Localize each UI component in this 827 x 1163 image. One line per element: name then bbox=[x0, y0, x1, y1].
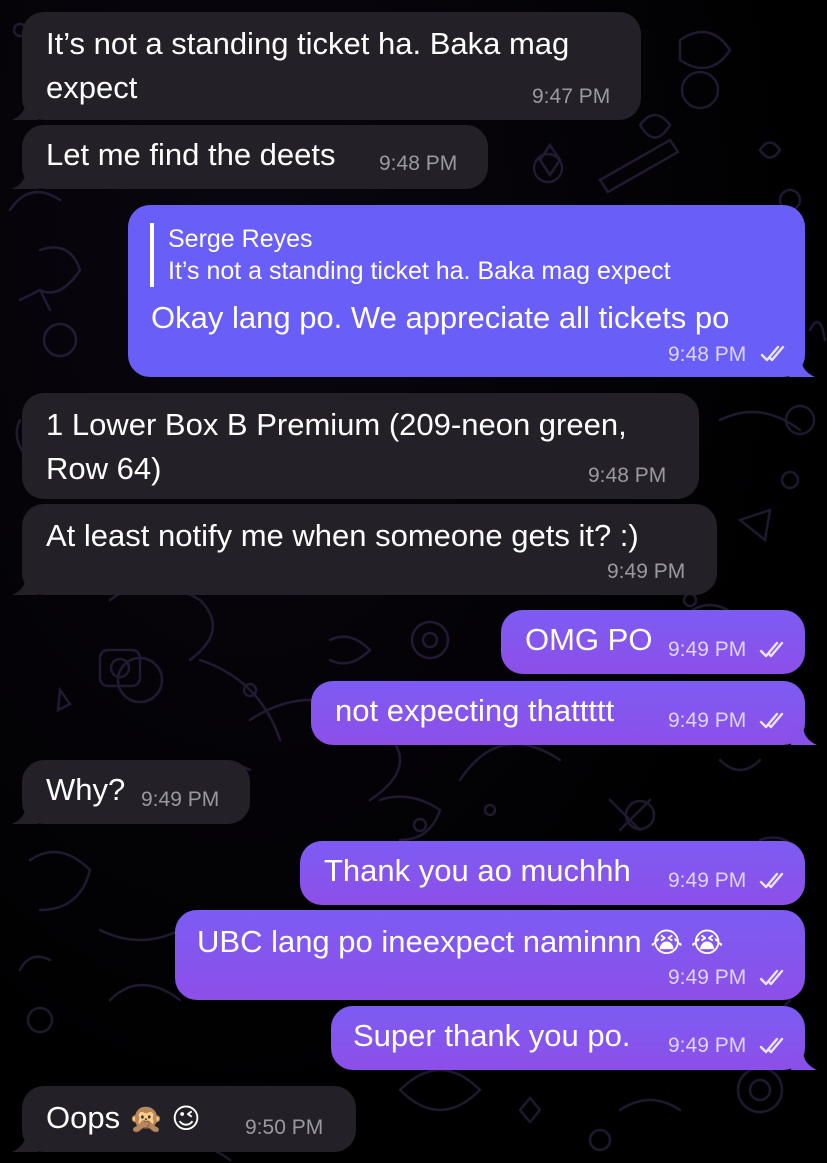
message-text: Super thank you po. bbox=[353, 1018, 631, 1053]
message-text: expect bbox=[46, 70, 138, 105]
reply-author: Serge Reyes bbox=[168, 225, 313, 253]
bubble-tail bbox=[791, 1050, 817, 1070]
read-checkmarks-icon bbox=[759, 641, 784, 658]
message-time: 9:48 PM bbox=[379, 152, 458, 175]
message-bubble-outgoing[interactable]: Super thank you po. 9:49 PM bbox=[331, 1006, 817, 1070]
message-text: OMG PO bbox=[525, 622, 653, 657]
bubble-tail bbox=[12, 575, 38, 595]
message-text: Let me find the deets bbox=[46, 137, 336, 172]
reply-quote[interactable]: Serge Reyes It’s not a standing ticket h… bbox=[150, 223, 671, 287]
message-bubble-incoming[interactable]: 1 Lower Box B Premium (209-neon green, R… bbox=[22, 393, 699, 499]
crying-face-emoji-icon: 😭 😭 bbox=[650, 927, 724, 958]
message-time: 9:48 PM bbox=[588, 464, 667, 487]
read-checkmarks-icon bbox=[759, 712, 784, 729]
message-text: not expecting thattttt bbox=[335, 693, 615, 728]
read-checkmarks-icon bbox=[759, 872, 784, 889]
message-time: 9:47 PM bbox=[532, 85, 611, 108]
message-time: 9:50 PM bbox=[245, 1116, 324, 1139]
message-bubble-outgoing[interactable]: UBC lang po ineexpect naminnn 😭 😭 9:49 P… bbox=[175, 910, 805, 1000]
message-bubble-incoming[interactable]: Why? 9:49 PM bbox=[12, 760, 250, 824]
message-bubble-incoming[interactable]: It’s not a standing ticket ha. Baka mag … bbox=[12, 12, 641, 120]
message-time: 9:49 PM bbox=[141, 788, 220, 811]
message-text: Row 64) bbox=[46, 451, 162, 486]
message-time: 9:49 PM bbox=[607, 560, 686, 583]
message-text: It’s not a standing ticket ha. Baka mag bbox=[46, 26, 570, 61]
message-bubble-incoming[interactable]: Let me find the deets 9:48 PM bbox=[12, 125, 488, 189]
bubble-tail bbox=[12, 100, 38, 120]
message-bubble-incoming[interactable]: Oops 🙊 😉 9:50 PM bbox=[12, 1086, 356, 1152]
message-text: Oops 🙊 😉 bbox=[46, 1096, 201, 1141]
message-bubble-outgoing[interactable]: Thank you ao muchhh 9:49 PM bbox=[300, 841, 805, 905]
message-text: Okay lang po. We appreciate all tickets … bbox=[151, 300, 730, 335]
message-text-body: UBC lang po ineexpect naminnn bbox=[197, 924, 642, 959]
message-text: Thank you ao muchhh bbox=[324, 853, 631, 888]
message-text: UBC lang po ineexpect naminnn 😭 😭 bbox=[197, 920, 723, 965]
bubble-tail bbox=[789, 357, 815, 377]
message-bubble-outgoing[interactable]: OMG PO 9:49 PM bbox=[501, 610, 805, 674]
bubble-tail bbox=[12, 169, 38, 189]
message-text-body: Oops bbox=[46, 1100, 121, 1135]
read-checkmarks-icon bbox=[759, 1037, 784, 1054]
message-time: 9:49 PM bbox=[668, 638, 747, 661]
bubble-tail bbox=[12, 804, 38, 824]
reply-quoted-text: It’s not a standing ticket ha. Baka mag … bbox=[168, 257, 671, 285]
bubble-tail bbox=[12, 1132, 38, 1152]
message-time: 9:49 PM bbox=[668, 1034, 747, 1057]
message-time: 9:49 PM bbox=[668, 709, 747, 732]
read-checkmarks-icon bbox=[759, 969, 784, 986]
message-time: 9:49 PM bbox=[668, 869, 747, 892]
monkey-wink-emoji-icon: 🙊 😉 bbox=[128, 1103, 201, 1134]
bubble-tail bbox=[791, 725, 817, 745]
message-bubble-outgoing[interactable]: Serge Reyes It’s not a standing ticket h… bbox=[128, 205, 815, 377]
message-bubble-incoming[interactable]: At least notify me when someone gets it?… bbox=[12, 504, 717, 595]
message-time: 9:49 PM bbox=[668, 966, 747, 989]
message-text: At least notify me when someone gets it?… bbox=[46, 518, 639, 553]
message-bubble-outgoing[interactable]: not expecting thattttt 9:49 PM bbox=[311, 681, 817, 745]
message-text: 1 Lower Box B Premium (209-neon green, bbox=[46, 407, 627, 442]
read-checkmarks-icon bbox=[760, 345, 785, 362]
message-time: 9:48 PM bbox=[668, 343, 747, 366]
message-text: Why? bbox=[46, 772, 126, 807]
chat-view[interactable]: It’s not a standing ticket ha. Baka mag … bbox=[0, 0, 827, 1163]
